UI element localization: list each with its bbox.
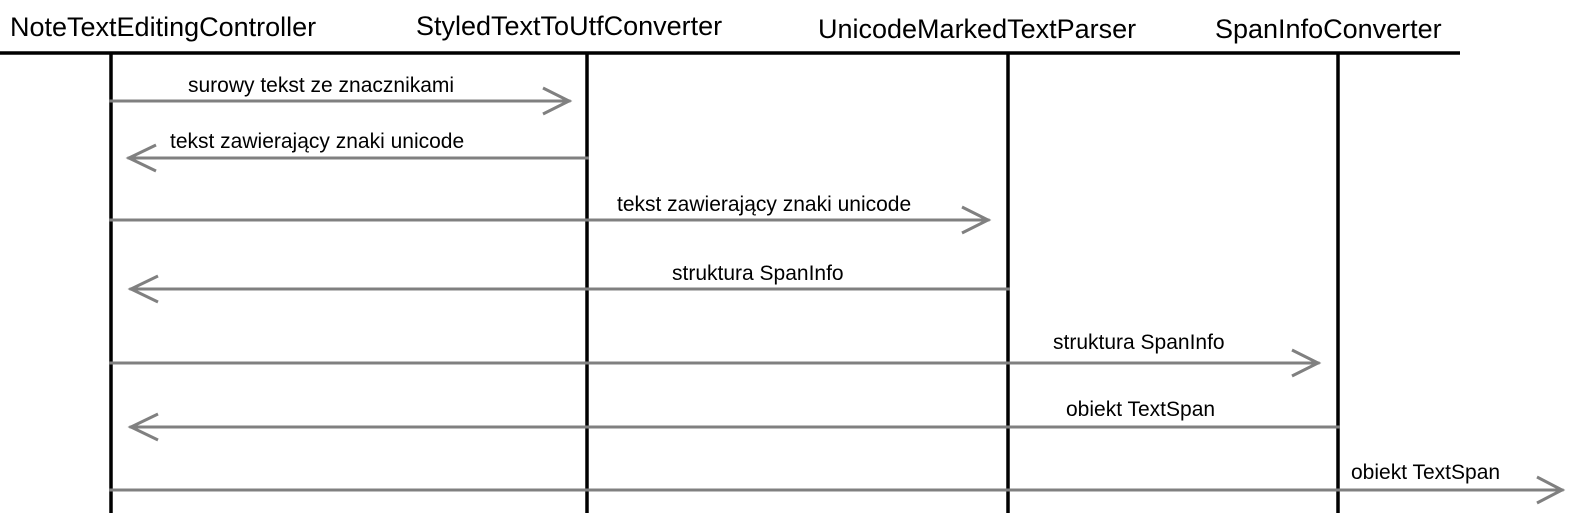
participant-label: NoteTextEditingController bbox=[10, 12, 316, 42]
message-arrow bbox=[127, 274, 1010, 304]
message-label: obiekt TextSpan bbox=[1066, 398, 1215, 421]
participant-label: SpanInfoConverter bbox=[1215, 14, 1442, 44]
message-arrow bbox=[109, 475, 1566, 505]
message-label: surowy tekst ze znacznikami bbox=[188, 74, 454, 97]
participant-label: StyledTextToUtfConverter bbox=[416, 11, 722, 41]
message-label: struktura SpanInfo bbox=[1053, 331, 1225, 354]
message-label: tekst zawierający znaki unicode bbox=[170, 130, 464, 153]
message-label: obiekt TextSpan bbox=[1351, 461, 1500, 484]
sequence-diagram: NoteTextEditingController StyledTextToUt… bbox=[0, 11, 1566, 513]
message-label: struktura SpanInfo bbox=[672, 262, 844, 285]
message-label: tekst zawierający znaki unicode bbox=[617, 193, 911, 216]
participant-label: UnicodeMarkedTextParser bbox=[818, 14, 1136, 44]
